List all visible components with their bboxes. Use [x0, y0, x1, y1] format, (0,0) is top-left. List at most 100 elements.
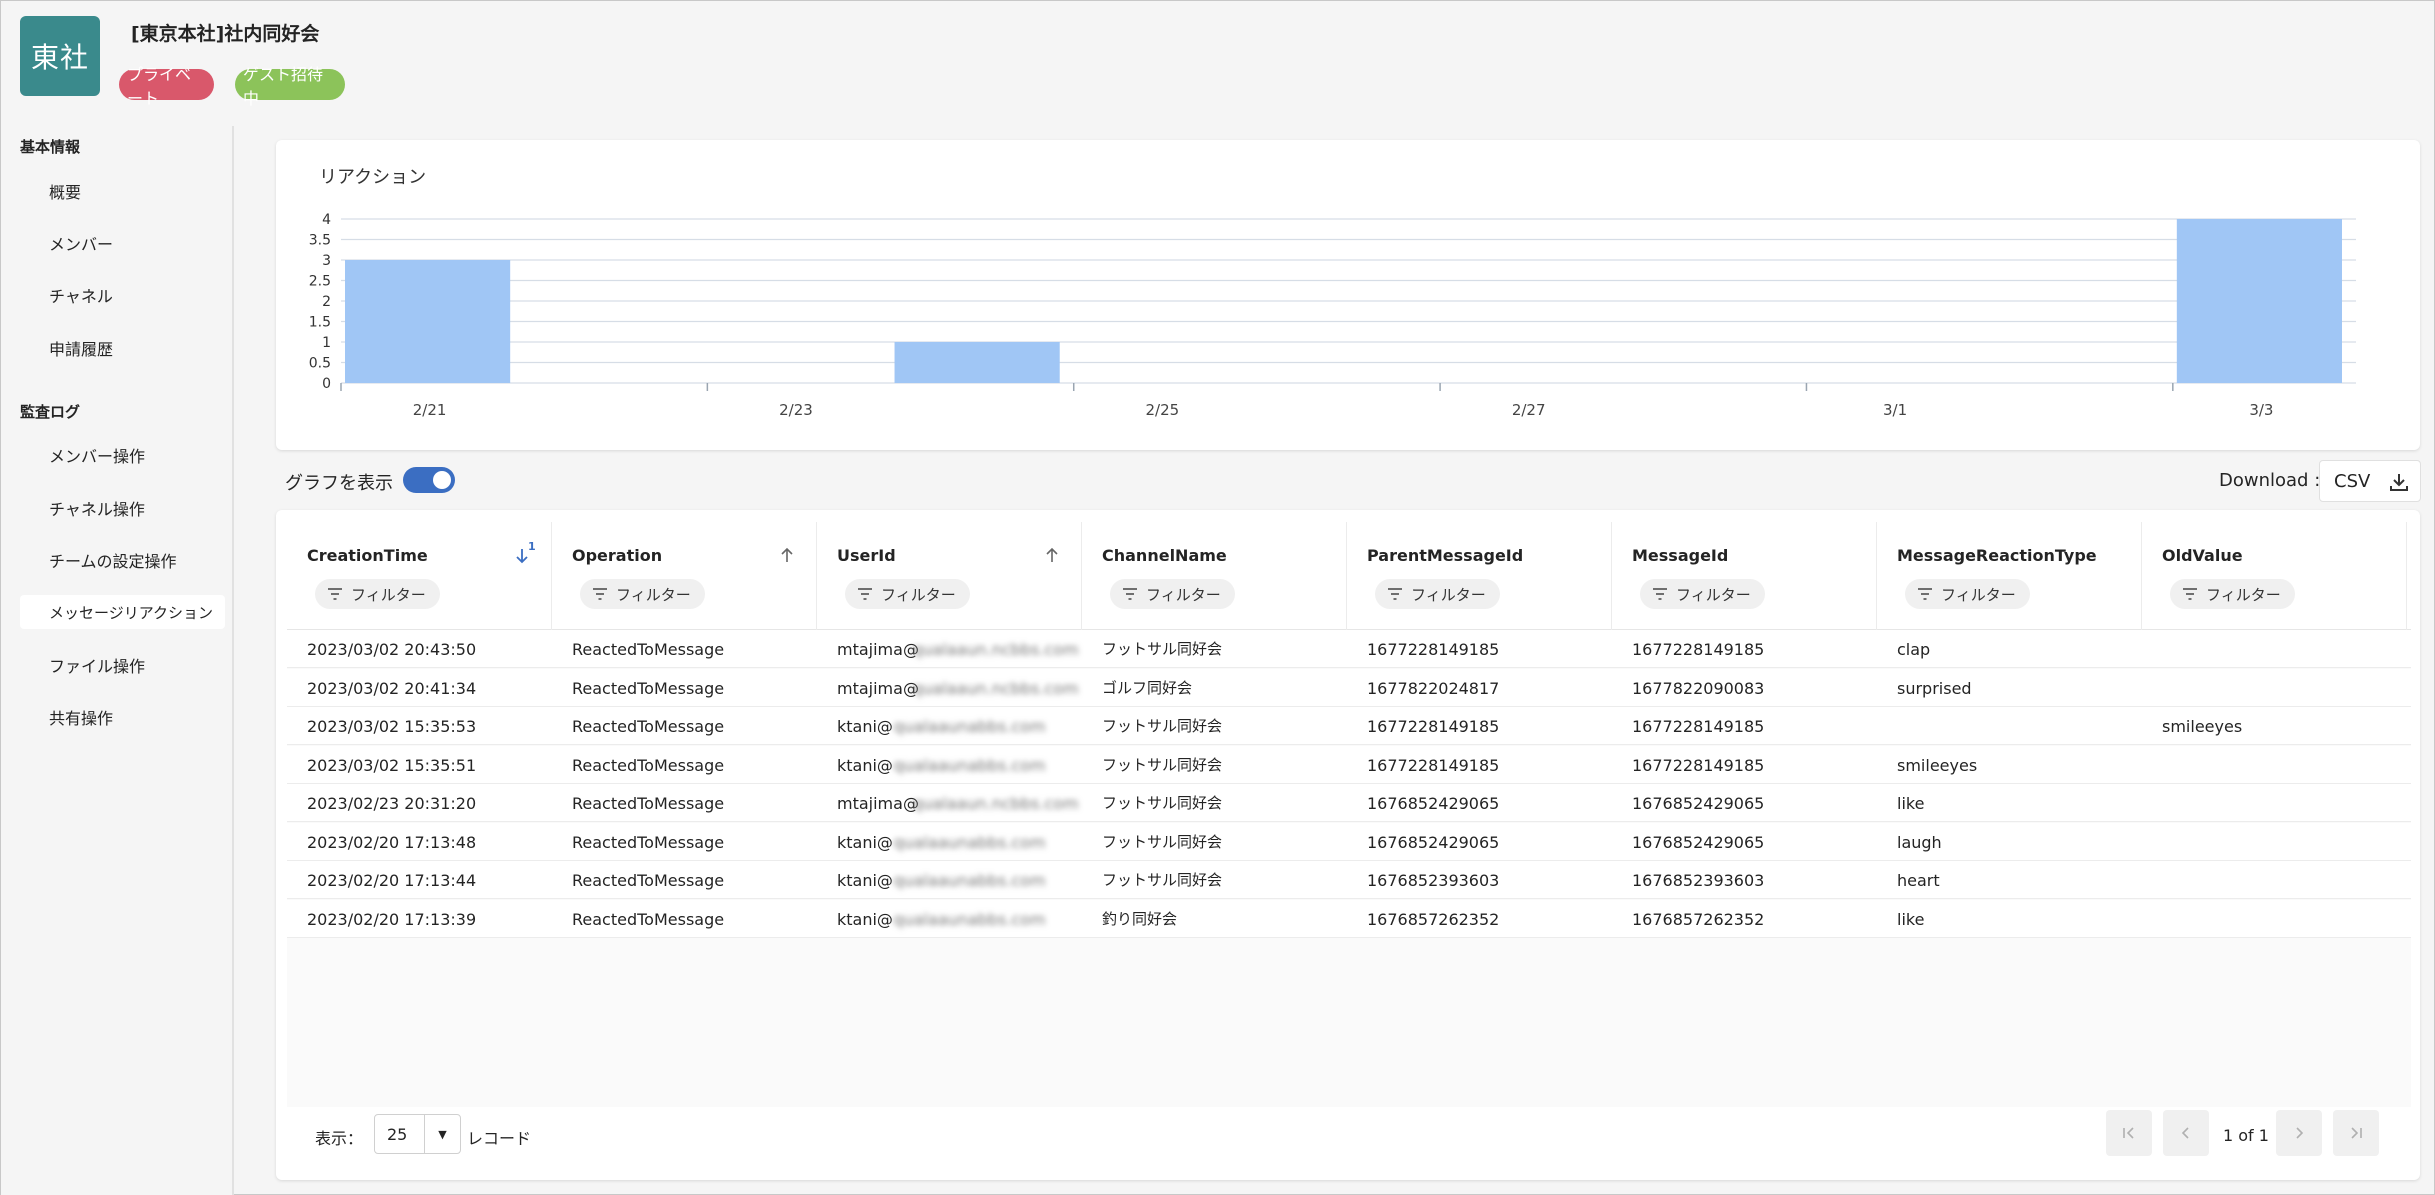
cell-parent-message-id: 1677228149185 [1367, 640, 1500, 659]
first-page-icon [2123, 1127, 2134, 1139]
filter-button[interactable]: フィルター [1640, 579, 1765, 609]
cell-reaction-type: like [1897, 909, 1925, 929]
table-row[interactable]: 2023/02/20 17:13:39 ReactedToMessage ktani… [287, 899, 2411, 938]
cell-user-id: ktani@ [837, 832, 893, 852]
cell-old-value: smileeyes [2162, 717, 2243, 736]
cell-channel-name: フットサル同好会 [1102, 794, 1223, 812]
page-size-value: 25 [387, 1125, 408, 1144]
table-header: CreationTime 1 フィルター Operation フィルター UserId フィ… [287, 522, 2411, 630]
sidebar-item-team-settings-ops[interactable]: チームの設定操作 [20, 543, 225, 577]
sidebar-section-audit: 監査ログ [20, 403, 81, 421]
cell-message-id: 1676857262352 [1632, 909, 1765, 929]
column-header-creationtime[interactable]: CreationTime 1 フィルター [287, 522, 552, 630]
cell-user-id: ktani@ [837, 871, 893, 890]
filter-label: フィルター [351, 585, 426, 604]
cell-user-domain-redacted: qualaaunabbs.com [893, 717, 1046, 736]
sort-ascending-icon[interactable] [1042, 544, 1066, 572]
cell-user-id: mtajima@ [837, 794, 919, 813]
filter-button[interactable]: フィルター [1110, 579, 1235, 609]
cell-parent-message-id: 1677822024817 [1367, 678, 1500, 698]
cell-operation: ReactedToMessage [572, 640, 725, 659]
y-tick-label: 2 [322, 294, 331, 310]
sort-descending-icon[interactable]: 1 [512, 540, 536, 572]
cell-channel-name: 釣り同好会 [1102, 909, 1178, 928]
cell-user-domain-redacted: qualaaunabbs.com [893, 909, 1046, 929]
column-header-label: OldValue [2162, 546, 2243, 565]
sidebar-section-basic: 基本情報 [20, 138, 81, 156]
cell-user-id: mtajima@ [837, 678, 919, 698]
table-row[interactable]: 2023/02/20 17:13:44 ReactedToMessage ktani… [287, 861, 2411, 899]
cell-creation-time: 2023/03/02 20:41:34 [307, 678, 477, 698]
cell-parent-message-id: 1676857262352 [1367, 909, 1500, 929]
filter-button[interactable]: フィルター [2170, 579, 2295, 609]
bar-2/21[interactable] [345, 260, 511, 383]
filter-button[interactable]: フィルター [845, 579, 970, 609]
x-tick-label: 2/25 [1145, 401, 1179, 419]
cell-creation-time: 2023/02/20 17:13:48 [307, 832, 477, 852]
toggle-knob [433, 471, 451, 489]
page-size-label: 表示： [315, 1129, 364, 1148]
next-page-button[interactable] [2276, 1110, 2322, 1156]
filter-button[interactable]: フィルター [1375, 579, 1500, 609]
table-row[interactable]: 2023/03/02 20:41:34 ReactedToMessage mtaji… [287, 668, 2411, 707]
sidebar-item-overview[interactable]: 概要 [20, 174, 225, 208]
sidebar-item-message-reactions[interactable]: メッセージリアクション [20, 595, 225, 629]
sidebar: 基本情報 概要 メンバー チャネル 申請履歴 監査ログ メンバー操作 チャネル操… [1, 126, 234, 1195]
column-header-messagereactiontype[interactable]: MessageReactionType フィルター [1877, 522, 2142, 630]
cell-user-domain-redacted: qualaaun.ncbbs.com [912, 678, 1079, 698]
filter-button[interactable]: フィルター [1905, 579, 2030, 609]
table-row[interactable]: 2023/02/23 20:31:20 ReactedToMessage mtaji… [287, 784, 2411, 822]
bar-3/3[interactable] [2176, 219, 2342, 383]
first-page-button[interactable] [2106, 1110, 2152, 1156]
chevron-right-icon [2296, 1127, 2304, 1139]
sort-ascending-icon[interactable] [777, 544, 801, 572]
reaction-bar-chart: 0 0.5 1 1.5 2 2.5 3 3.5 4 2/21 2/23 2/25 2/27 3/1 3/3 [309, 212, 2356, 419]
column-header-oldvalue[interactable]: OldValue フィルター [2142, 522, 2407, 630]
bar-2/24[interactable] [894, 342, 1060, 383]
cell-channel-name: フットサル同好会 [1102, 717, 1223, 735]
column-header-parentmessageid[interactable]: ParentMessageId フィルター [1347, 522, 1612, 630]
data-table: CreationTime 1 フィルター Operation フィルター UserId フィ… [287, 522, 2411, 1107]
column-header-operation[interactable]: Operation フィルター [552, 522, 817, 630]
filter-label: フィルター [881, 585, 956, 604]
y-tick-label: 1 [322, 335, 331, 351]
download-label: Download : [2219, 470, 2321, 491]
cell-user-domain-redacted: qualaaunabbs.com [893, 871, 1046, 890]
filter-label: フィルター [1146, 585, 1221, 604]
table-row[interactable]: 2023/02/20 17:13:48 ReactedToMessage ktani… [287, 822, 2411, 861]
sidebar-item-file-ops[interactable]: ファイル操作 [20, 648, 225, 682]
cell-user-id: mtajima@ [837, 640, 919, 659]
column-header-userid[interactable]: UserId フィルター [817, 522, 1082, 630]
cell-message-id: 1676852393603 [1632, 871, 1765, 890]
table-row[interactable]: 2023/03/02 15:35:53 ReactedToMessage ktani… [287, 707, 2411, 745]
filter-label: フィルター [1941, 585, 2016, 604]
cell-user-domain-redacted: qualaaun.ncbbs.com [912, 640, 1079, 659]
filter-button[interactable]: フィルター [580, 579, 705, 609]
page-size-select[interactable]: 25 ▼ [374, 1114, 461, 1154]
cell-reaction-type: clap [1897, 640, 1931, 659]
cell-creation-time: 2023/02/23 20:31:20 [307, 794, 477, 813]
sidebar-item-requests[interactable]: 申請履歴 [20, 331, 225, 365]
x-tick-label: 3/1 [1883, 401, 1907, 419]
cell-creation-time: 2023/02/20 17:13:44 [307, 871, 477, 890]
show-graph-toggle[interactable] [403, 467, 455, 493]
sidebar-item-channel-ops[interactable]: チャネル操作 [20, 491, 225, 525]
prev-page-button[interactable] [2163, 1110, 2209, 1156]
sidebar-item-members[interactable]: メンバー [20, 226, 225, 260]
cell-user-id: ktani@ [837, 909, 893, 929]
sidebar-item-channels[interactable]: チャネル [20, 278, 225, 312]
csv-download-button[interactable]: CSV [2319, 460, 2421, 502]
sort-order-badge: 1 [528, 540, 536, 553]
last-page-button[interactable] [2333, 1110, 2379, 1156]
sidebar-item-sharing-ops[interactable]: 共有操作 [20, 700, 225, 734]
filter-icon [1917, 587, 1933, 605]
guest-invited-badge: ゲスト招待中 [235, 65, 345, 108]
filter-icon [327, 587, 343, 605]
column-header-messageid[interactable]: MessageId フィルター [1612, 522, 1877, 630]
sidebar-item-member-ops[interactable]: メンバー操作 [20, 438, 225, 472]
table-row[interactable]: 2023/03/02 20:43:50 ReactedToMessage mtaji… [287, 630, 2411, 668]
column-header-channelname[interactable]: ChannelName フィルター [1082, 522, 1347, 630]
cell-message-id: 1676852429065 [1632, 832, 1765, 852]
table-row[interactable]: 2023/03/02 15:35:51 ReactedToMessage ktani… [287, 745, 2411, 784]
filter-button[interactable]: フィルター [315, 579, 440, 609]
